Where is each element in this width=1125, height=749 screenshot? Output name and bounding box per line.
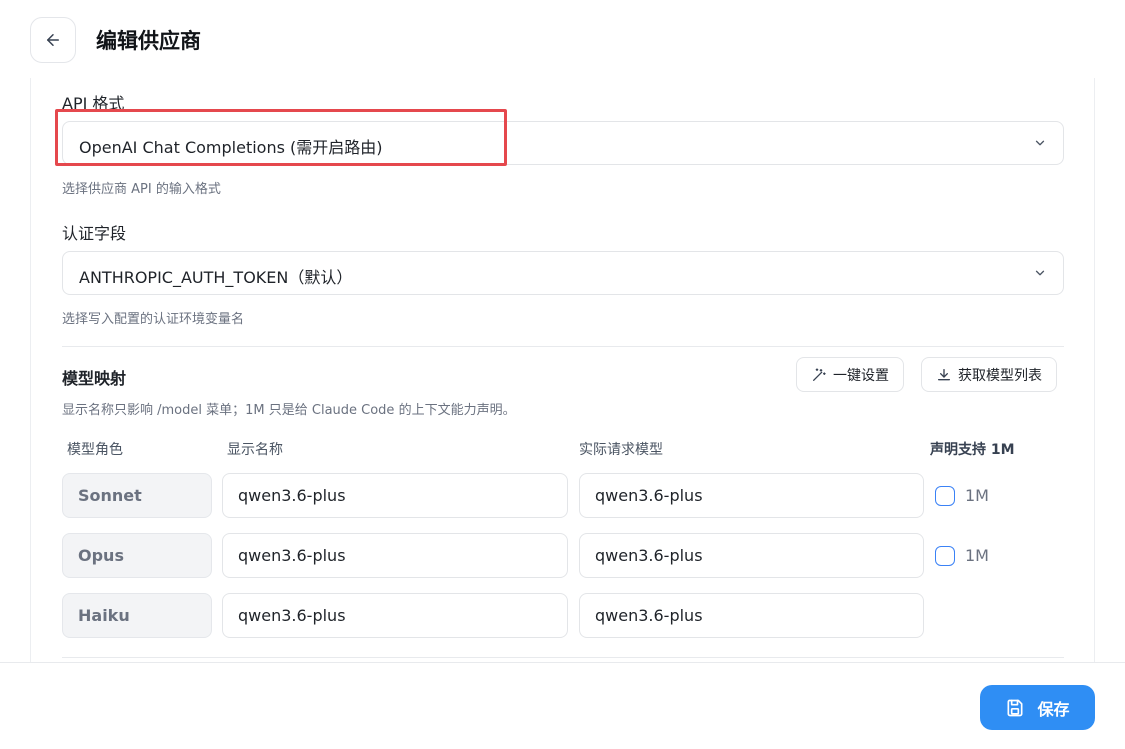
model-role-opus: Opus <box>62 533 212 578</box>
back-button[interactable] <box>30 17 76 63</box>
chevron-down-icon <box>1035 140 1045 146</box>
footer-bar: 保存 <box>0 662 1125 749</box>
fetch-models-label: 获取模型列表 <box>958 367 1042 384</box>
request-model-value: qwen3.6-plus <box>595 546 703 565</box>
provider-form: API 格式 OpenAI Chat Completions (需开启路由) 选… <box>30 78 1095 662</box>
display-name-value: qwen3.6-plus <box>238 546 346 565</box>
column-header-request-model: 实际请求模型 <box>579 442 663 458</box>
display-name-value: qwen3.6-plus <box>238 606 346 625</box>
save-label: 保存 <box>1037 699 1070 719</box>
display-name-input[interactable]: qwen3.6-plus <box>222 473 568 518</box>
request-model-value: qwen3.6-plus <box>595 486 703 505</box>
model-role-label: Sonnet <box>78 486 142 505</box>
api-format-label: API 格式 <box>62 94 125 113</box>
section-divider <box>62 346 1064 347</box>
declare-1m-checkbox[interactable] <box>935 545 955 566</box>
model-role-label: Opus <box>78 546 124 565</box>
request-model-input[interactable]: qwen3.6-plus <box>579 473 924 518</box>
declare-1m-label: 1M <box>965 486 989 505</box>
one-click-setup-button[interactable]: 一键设置 <box>796 357 904 392</box>
auth-field-hint: 选择写入配置的认证环境变量名 <box>62 312 245 327</box>
arrow-left-icon <box>47 34 59 46</box>
column-header-declare-1m: 声明支持 1M <box>930 442 1015 458</box>
display-name-input[interactable]: qwen3.6-plus <box>222 593 568 638</box>
model-role-sonnet: Sonnet <box>62 473 212 518</box>
magic-wand-icon <box>813 367 826 381</box>
declare-1m-toggle[interactable]: 1M <box>935 473 989 518</box>
display-name-input[interactable]: qwen3.6-plus <box>222 533 568 578</box>
declare-1m-label: 1M <box>965 546 989 565</box>
save-icon <box>1007 699 1023 716</box>
declare-1m-toggle[interactable]: 1M <box>935 533 989 578</box>
model-mapping-title: 模型映射 <box>62 369 127 388</box>
one-click-setup-label: 一键设置 <box>833 367 889 384</box>
request-model-input[interactable]: qwen3.6-plus <box>579 593 924 638</box>
api-format-select[interactable]: OpenAI Chat Completions (需开启路由) <box>62 121 1064 165</box>
model-mapping-description: 显示名称只影响 /model 菜单；1M 只是给 Claude Code 的上下… <box>62 403 516 418</box>
request-model-value: qwen3.6-plus <box>595 606 703 625</box>
display-name-value: qwen3.6-plus <box>238 486 346 505</box>
section-divider <box>62 657 1064 658</box>
column-header-role: 模型角色 <box>67 442 123 458</box>
auth-field-select[interactable]: ANTHROPIC_AUTH_TOKEN（默认） <box>62 251 1064 295</box>
column-header-display-name: 显示名称 <box>227 442 283 458</box>
model-role-label: Haiku <box>78 606 130 625</box>
api-format-hint: 选择供应商 API 的输入格式 <box>62 182 221 197</box>
model-role-haiku: Haiku <box>62 593 212 638</box>
chevron-down-icon <box>1035 270 1045 276</box>
download-icon <box>938 368 950 380</box>
page-header: 编辑供应商 <box>0 0 1125 78</box>
api-format-value: OpenAI Chat Completions (需开启路由) <box>79 138 383 157</box>
request-model-input[interactable]: qwen3.6-plus <box>579 533 924 578</box>
auth-field-label: 认证字段 <box>62 224 127 243</box>
fetch-models-button[interactable]: 获取模型列表 <box>921 357 1057 392</box>
declare-1m-checkbox[interactable] <box>935 485 955 506</box>
page-title: 编辑供应商 <box>96 29 201 53</box>
save-button[interactable]: 保存 <box>980 685 1095 730</box>
auth-field-value: ANTHROPIC_AUTH_TOKEN（默认） <box>79 268 353 287</box>
